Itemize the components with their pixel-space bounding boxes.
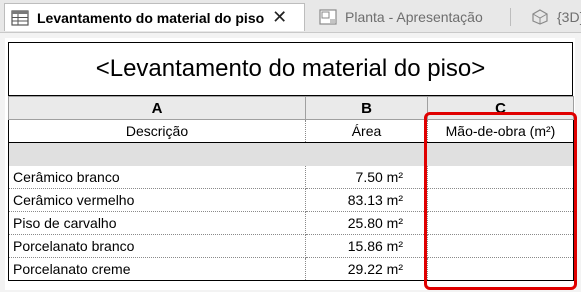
cell-area[interactable]: 15.86 m² (305, 234, 428, 258)
table-row[interactable]: Cerâmico branco 7.50 m² (8, 165, 574, 189)
tab-planta-apresentacao[interactable]: Planta - Apresentação (313, 3, 513, 31)
cell-mao-de-obra[interactable] (427, 257, 574, 281)
column-header-area[interactable]: Área (305, 119, 428, 143)
cell-descricao[interactable]: Cerâmico vermelho (8, 188, 306, 212)
table-row[interactable]: Porcelanato creme 29.22 m² (8, 257, 574, 281)
tab-schedule[interactable]: Levantamento do material do piso ✕ (4, 3, 305, 31)
schedule-table: A B C Descrição Área Mão-de-obra (m²) Ce… (8, 96, 574, 281)
cell-mao-de-obra[interactable] (427, 165, 574, 189)
cell-area[interactable]: 83.13 m² (305, 188, 428, 212)
table-row[interactable]: Porcelanato branco 15.86 m² (8, 234, 574, 258)
column-letter-b[interactable]: B (305, 96, 428, 120)
column-header-descricao[interactable]: Descrição (8, 119, 306, 143)
tab-label: Levantamento do material do piso (37, 9, 265, 26)
tab-3d-view[interactable]: {3D} (525, 3, 581, 31)
group-blank-row (8, 142, 574, 166)
cell-mao-de-obra[interactable] (427, 211, 574, 235)
column-header-mao-de-obra[interactable]: Mão-de-obra (m²) (427, 119, 574, 143)
column-name-row: Descrição Área Mão-de-obra (m²) (8, 119, 574, 143)
view-tab-bar: Levantamento do material do piso ✕ Plant… (0, 0, 581, 33)
tab-label: {3D} (557, 9, 581, 25)
cell-descricao[interactable]: Porcelanato creme (8, 257, 306, 281)
cell-mao-de-obra[interactable] (427, 234, 574, 258)
table-row[interactable]: Cerâmico vermelho 83.13 m² (8, 188, 574, 212)
column-letter-row: A B C (8, 96, 574, 120)
column-letter-c[interactable]: C (427, 96, 574, 120)
cell-area[interactable]: 29.22 m² (305, 257, 428, 281)
tab-label: Planta - Apresentação (345, 9, 483, 25)
cell-descricao[interactable]: Porcelanato branco (8, 234, 306, 258)
3d-view-icon (532, 9, 548, 25)
column-letter-a[interactable]: A (8, 96, 306, 120)
schedule-table-icon (11, 9, 29, 26)
close-tab-icon[interactable]: ✕ (272, 7, 287, 28)
cell-descricao[interactable]: Cerâmico branco (8, 165, 306, 189)
cell-area[interactable]: 25.80 m² (305, 211, 428, 235)
cell-area[interactable]: 7.50 m² (305, 165, 428, 189)
sheet-view-icon (319, 9, 337, 25)
cell-descricao[interactable]: Piso de carvalho (8, 211, 306, 235)
schedule-title[interactable]: <Levantamento do material do piso> (8, 42, 573, 96)
schedule-view: <Levantamento do material do piso> A B C… (0, 33, 581, 292)
schedule-sheet: <Levantamento do material do piso> A B C… (5, 38, 575, 290)
table-row[interactable]: Piso de carvalho 25.80 m² (8, 211, 574, 235)
cell-mao-de-obra[interactable] (427, 188, 574, 212)
tab-separator (510, 8, 511, 26)
